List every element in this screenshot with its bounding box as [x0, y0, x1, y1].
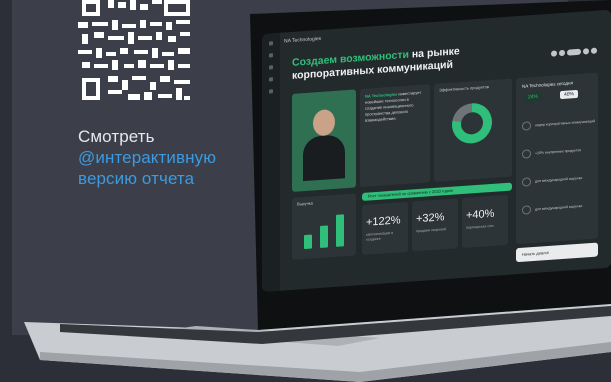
hero-title: Создаем возможности на рынке корпоративн…: [292, 45, 460, 83]
list-item: +20% внутренних продуктов: [522, 146, 581, 159]
stat-caption: продажи лицензий: [416, 227, 447, 234]
stat-card: +40% партнерская сеть: [462, 194, 508, 249]
stat-value: +32%: [416, 211, 445, 226]
circle-icon: [522, 149, 531, 159]
person-head: [313, 108, 335, 137]
dot[interactable]: [583, 48, 589, 55]
revenue-bar: [320, 225, 328, 248]
ceo-photo: [292, 89, 356, 192]
settings-icon[interactable]: [269, 89, 273, 94]
person-body: [303, 134, 345, 182]
brand-name: NA Technologies: [284, 35, 322, 45]
list-item: лидер корпоративных коммуникаций: [522, 117, 595, 131]
dot-active[interactable]: [567, 48, 581, 56]
donut-title: Эффективность продуктов: [439, 84, 489, 93]
company-today-card: NA Technologies сегодня 24% 40% лидер ко…: [516, 72, 598, 245]
donut-chart: [452, 101, 492, 145]
donut-card: Эффективность продуктов: [434, 78, 512, 182]
stat-caption: капитализация в холдинге: [366, 230, 394, 242]
stat-value: +122%: [366, 214, 401, 229]
revenue-card: Выручка: [292, 193, 356, 260]
circle-icon: [522, 205, 531, 215]
laptop-screen: NA Technologies Создаем возможности на р…: [262, 9, 611, 292]
chart-icon[interactable]: [269, 53, 273, 58]
stat-value: +40%: [466, 207, 495, 222]
donut-hole: [461, 111, 483, 136]
start-dialog-button[interactable]: Начать диалог: [516, 242, 598, 263]
home-icon[interactable]: [269, 41, 273, 46]
circle-icon: [522, 177, 531, 187]
list-item: для международной выручки: [522, 202, 582, 215]
users-icon[interactable]: [269, 77, 273, 82]
revenue-bar: [336, 214, 344, 247]
revenue-title: Выручка: [297, 200, 313, 207]
stat-caption: партнерская сеть: [466, 223, 495, 230]
dot[interactable]: [551, 50, 557, 57]
stat-card: +122% капитализация в холдинге: [362, 201, 408, 256]
doc-icon[interactable]: [269, 65, 273, 70]
slide-dots[interactable]: [549, 41, 597, 62]
dot[interactable]: [559, 49, 565, 57]
stat-card: +32% продажи лицензий: [412, 198, 458, 252]
revenue-bar: [304, 234, 312, 250]
pct-badge: 24%: [524, 92, 542, 102]
app-sidebar: [262, 32, 280, 292]
dot[interactable]: [591, 47, 597, 54]
intro-card: NA Technologies инвестирует новейшие тех…: [360, 84, 430, 188]
company-today-title: NA Technologies сегодня: [522, 80, 573, 89]
list-item: для международной выручки: [522, 174, 582, 187]
circle-icon: [522, 121, 531, 131]
pct-badge: 40%: [560, 89, 578, 100]
